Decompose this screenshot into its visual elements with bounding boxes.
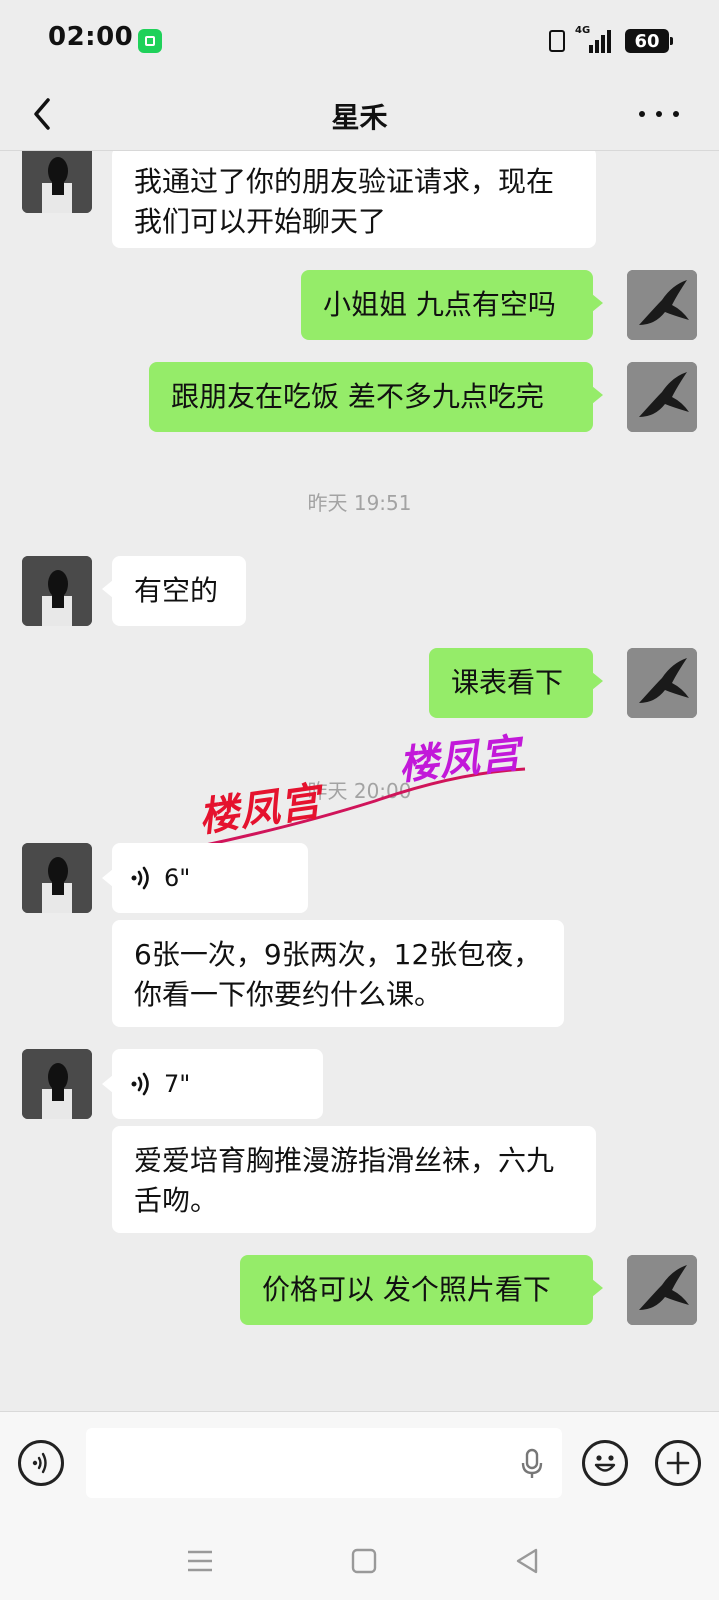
my-avatar[interactable]: [627, 648, 697, 718]
message-timestamp: 昨天 19:51: [307, 491, 412, 515]
chat-history[interactable]: 我通过了你的朋友验证请求，现在我们可以开始聊天了 小姐姐 九点有空吗 跟朋友在吃…: [0, 151, 719, 1411]
contact-avatar[interactable]: [22, 556, 92, 626]
voice-duration: 6": [164, 864, 191, 892]
contact-avatar[interactable]: [22, 1049, 92, 1119]
input-bar: [0, 1411, 719, 1522]
home-icon[interactable]: [344, 1541, 384, 1581]
back-nav-icon[interactable]: [508, 1541, 548, 1581]
vibrate-icon: [549, 30, 565, 52]
battery-icon: 60: [625, 29, 673, 53]
message-outgoing[interactable]: 课表看下: [429, 648, 603, 718]
my-avatar[interactable]: [627, 362, 697, 432]
voice-wave-icon: [131, 1072, 149, 1096]
voice-duration: 7": [164, 1070, 191, 1098]
mic-icon[interactable]: [520, 1448, 544, 1480]
more-dots-icon[interactable]: [639, 108, 679, 120]
message-incoming[interactable]: 有空的: [102, 556, 246, 626]
voice-transcript[interactable]: 6张一次，9张两次，12张包夜，你看一下你要约什么课。: [112, 920, 564, 1027]
message-incoming[interactable]: 我通过了你的朋友验证请求，现在我们可以开始聊天了: [112, 151, 596, 248]
status-time: 02:00: [48, 22, 134, 52]
contact-avatar[interactable]: [22, 843, 92, 913]
signal-icon: 4G: [575, 25, 615, 55]
plus-icon[interactable]: [655, 1440, 701, 1486]
contact-avatar[interactable]: [22, 151, 92, 213]
voice-transcript[interactable]: 爱爱培育胸推漫游指滑丝袜，六九舌吻。: [112, 1126, 596, 1233]
chat-title: 星禾: [331, 101, 388, 134]
status-icons: 4G 60: [549, 25, 673, 56]
voice-message[interactable]: 7": [102, 1049, 323, 1119]
message-input[interactable]: [86, 1428, 562, 1498]
my-avatar[interactable]: [627, 270, 697, 340]
chat-header: 星禾: [0, 80, 719, 151]
message-outgoing[interactable]: 小姐姐 九点有空吗: [301, 270, 603, 340]
status-bar: 02:00 4G 60: [0, 0, 719, 80]
voice-message[interactable]: 6": [102, 843, 308, 913]
emoji-icon[interactable]: [582, 1440, 628, 1486]
my-avatar[interactable]: [627, 1255, 697, 1325]
menu-icon[interactable]: [180, 1541, 220, 1581]
voice-wave-icon: [131, 866, 149, 890]
message-outgoing[interactable]: 价格可以 发个照片看下: [240, 1255, 603, 1325]
system-nav-bar: [0, 1521, 719, 1600]
app-notification-icon: [138, 29, 162, 53]
battery-level: 60: [634, 30, 660, 52]
message-outgoing[interactable]: 跟朋友在吃饭 差不多九点吃完: [149, 362, 603, 432]
network-type: 4G: [575, 25, 591, 36]
voice-input-icon[interactable]: [18, 1440, 64, 1486]
